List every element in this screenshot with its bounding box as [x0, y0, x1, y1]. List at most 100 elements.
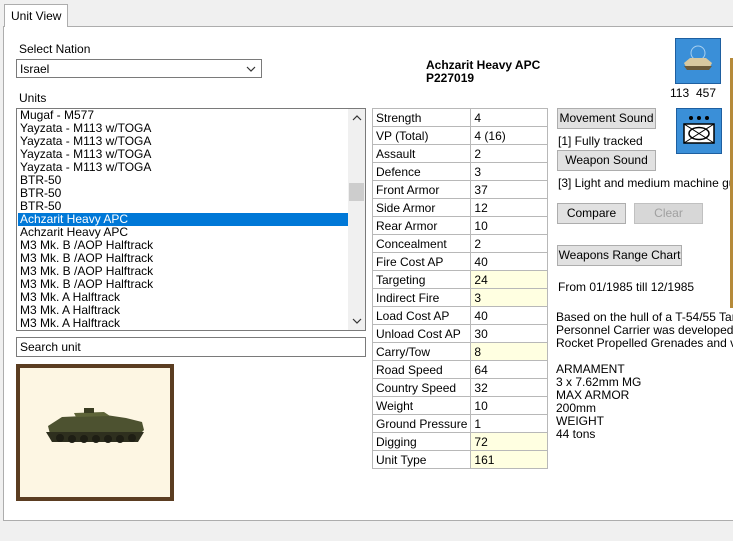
unit-counter-icon: [675, 38, 721, 84]
stat-value: 4 (16): [470, 126, 548, 145]
unit-list-item[interactable]: Yayzata - M113 w/TOGA: [18, 148, 348, 161]
stat-row: Road Speed 64: [371, 360, 548, 379]
unit-list-item[interactable]: BTR-50: [18, 187, 348, 200]
stat-row: Weight 10: [371, 396, 548, 415]
stat-row: Country Speed 32: [371, 378, 548, 397]
unit-list-item[interactable]: M3 Mk. B /AOP Halftrack: [18, 252, 348, 265]
stat-label: Concealment: [371, 234, 472, 253]
spec-line: 44 tons: [556, 427, 596, 441]
movement-sound-button[interactable]: Movement Sound: [557, 108, 656, 129]
compare-button[interactable]: Compare: [557, 203, 626, 224]
stats-table: Strength 4 VP (Total) 4 (16) Assault 2 Defence…: [371, 108, 548, 469]
stat-label: Targeting: [371, 270, 472, 289]
stat-value: 40: [470, 252, 548, 271]
stat-label: Assault: [371, 144, 472, 163]
stat-value: 3: [470, 162, 548, 181]
stat-row: Side Armor 12: [371, 198, 548, 217]
stat-value: 10: [470, 216, 548, 235]
stat-value: 72: [470, 432, 548, 451]
unit-list-item[interactable]: Yayzata - M113 w/TOGA: [18, 135, 348, 148]
stat-label: Indirect Fire: [371, 288, 472, 307]
unit-image: [16, 364, 174, 501]
stat-row: Unload Cost AP 30: [371, 324, 548, 343]
stat-label: Side Armor: [371, 198, 472, 217]
stat-row: Fire Cost AP 40: [371, 252, 548, 271]
stat-value: 40: [470, 306, 548, 325]
apc-vehicle-icon: [46, 408, 144, 443]
scroll-up-icon[interactable]: [348, 109, 365, 126]
clear-button[interactable]: Clear: [634, 203, 703, 224]
stat-value: 37: [470, 180, 548, 199]
search-unit-placeholder: Search unit: [20, 340, 81, 354]
stat-row: Assault 2: [371, 144, 548, 163]
units-scrollbar[interactable]: [348, 109, 365, 330]
unit-list-item[interactable]: M3 Mk. A Halftrack: [18, 317, 348, 330]
stat-value: 161: [470, 450, 548, 469]
stat-value: 1: [470, 414, 548, 433]
unit-list-item[interactable]: BTR-50: [18, 200, 348, 213]
weapons-range-chart-button[interactable]: Weapons Range Chart: [557, 245, 682, 266]
unit-list-item[interactable]: M3 Mk. A Halftrack: [18, 304, 348, 317]
icon-number-right: 457: [696, 86, 717, 100]
stat-value: 32: [470, 378, 548, 397]
stat-row: Front Armor 37: [371, 180, 548, 199]
movement-type-text: [1] Fully tracked: [558, 134, 643, 148]
stat-row: Unit Type 161: [371, 450, 548, 469]
stat-row: Concealment 2: [371, 234, 548, 253]
weapon-type-text: [3] Light and medium machine guns: [558, 176, 733, 190]
stat-label: Digging: [371, 432, 472, 451]
nation-dropdown[interactable]: Israel: [16, 59, 262, 78]
stat-label: Weight: [371, 396, 472, 415]
stat-value: 64: [470, 360, 548, 379]
unit-list-item[interactable]: Yayzata - M113 w/TOGA: [18, 161, 348, 174]
tab-strip: [0, 0, 733, 27]
stat-label: Strength: [371, 108, 472, 127]
unit-type-symbol-icon: [676, 108, 722, 154]
stat-value: 3: [470, 288, 548, 307]
stat-value: 4: [470, 108, 548, 127]
status-area: [0, 521, 733, 541]
icon-number-left: 113: [670, 86, 690, 100]
unit-list-item[interactable]: M3 Mk. B /AOP Halftrack: [18, 265, 348, 278]
stat-row: Strength 4: [371, 108, 548, 127]
stat-row: Load Cost AP 40: [371, 306, 548, 325]
unit-list-item[interactable]: M3 Mk. B /AOP Halftrack: [18, 239, 348, 252]
stat-label: Defence: [371, 162, 472, 181]
availability-text: From 01/1985 till 12/1985: [558, 280, 695, 294]
units-list[interactable]: Mugaf - M577 Yayzata - M113 w/TOGA Yayzata…: [16, 108, 366, 331]
stat-row: Defence 3: [371, 162, 548, 181]
stat-label: Load Cost AP: [371, 306, 472, 325]
unit-code: P227019: [426, 71, 475, 85]
units-rows: Mugaf - M577 Yayzata - M113 w/TOGA Yayzata…: [18, 109, 348, 330]
unit-title: Achzarit Heavy APC P227019: [426, 59, 540, 85]
stat-label: VP (Total): [371, 126, 472, 145]
scroll-thumb[interactable]: [349, 183, 364, 201]
stat-value: 8: [470, 342, 548, 361]
chevron-down-icon: [246, 63, 256, 77]
stat-row: Digging 72: [371, 432, 548, 451]
unit-list-item[interactable]: Achzarit Heavy APC: [18, 213, 348, 226]
units-label: Units: [19, 91, 47, 105]
unit-list-item[interactable]: M3 Mk. B /AOP Halftrack: [18, 278, 348, 291]
stat-row: Ground Pressure 1: [371, 414, 548, 433]
unit-description: Based on the hull of a T-54/55 Tank. Per…: [556, 311, 733, 441]
unit-list-item[interactable]: Achzarit Heavy APC: [18, 226, 348, 239]
unit-list-item[interactable]: M3 Mk. A Halftrack: [18, 291, 348, 304]
stat-label: Country Speed: [371, 378, 472, 397]
stat-label: Fire Cost AP: [371, 252, 472, 271]
tab-unit-view[interactable]: Unit View: [4, 4, 69, 27]
stat-row: Indirect Fire 3: [371, 288, 548, 307]
unit-list-item[interactable]: BTR-50: [18, 174, 348, 187]
stat-label: Carry/Tow: [371, 342, 472, 361]
stat-value: 12: [470, 198, 548, 217]
search-unit-input[interactable]: Search unit: [16, 337, 366, 357]
stat-label: Ground Pressure: [371, 414, 472, 433]
weapon-sound-button[interactable]: Weapon Sound: [557, 150, 656, 171]
scroll-down-icon[interactable]: [348, 313, 365, 330]
unit-list-item[interactable]: Yayzata - M113 w/TOGA: [18, 122, 348, 135]
select-nation-label: Select Nation: [19, 42, 91, 56]
unit-list-item[interactable]: Mugaf - M577: [18, 109, 348, 122]
stat-value: 24: [470, 270, 548, 289]
stat-label: Rear Armor: [371, 216, 472, 235]
stat-label: Unload Cost AP: [371, 324, 472, 343]
